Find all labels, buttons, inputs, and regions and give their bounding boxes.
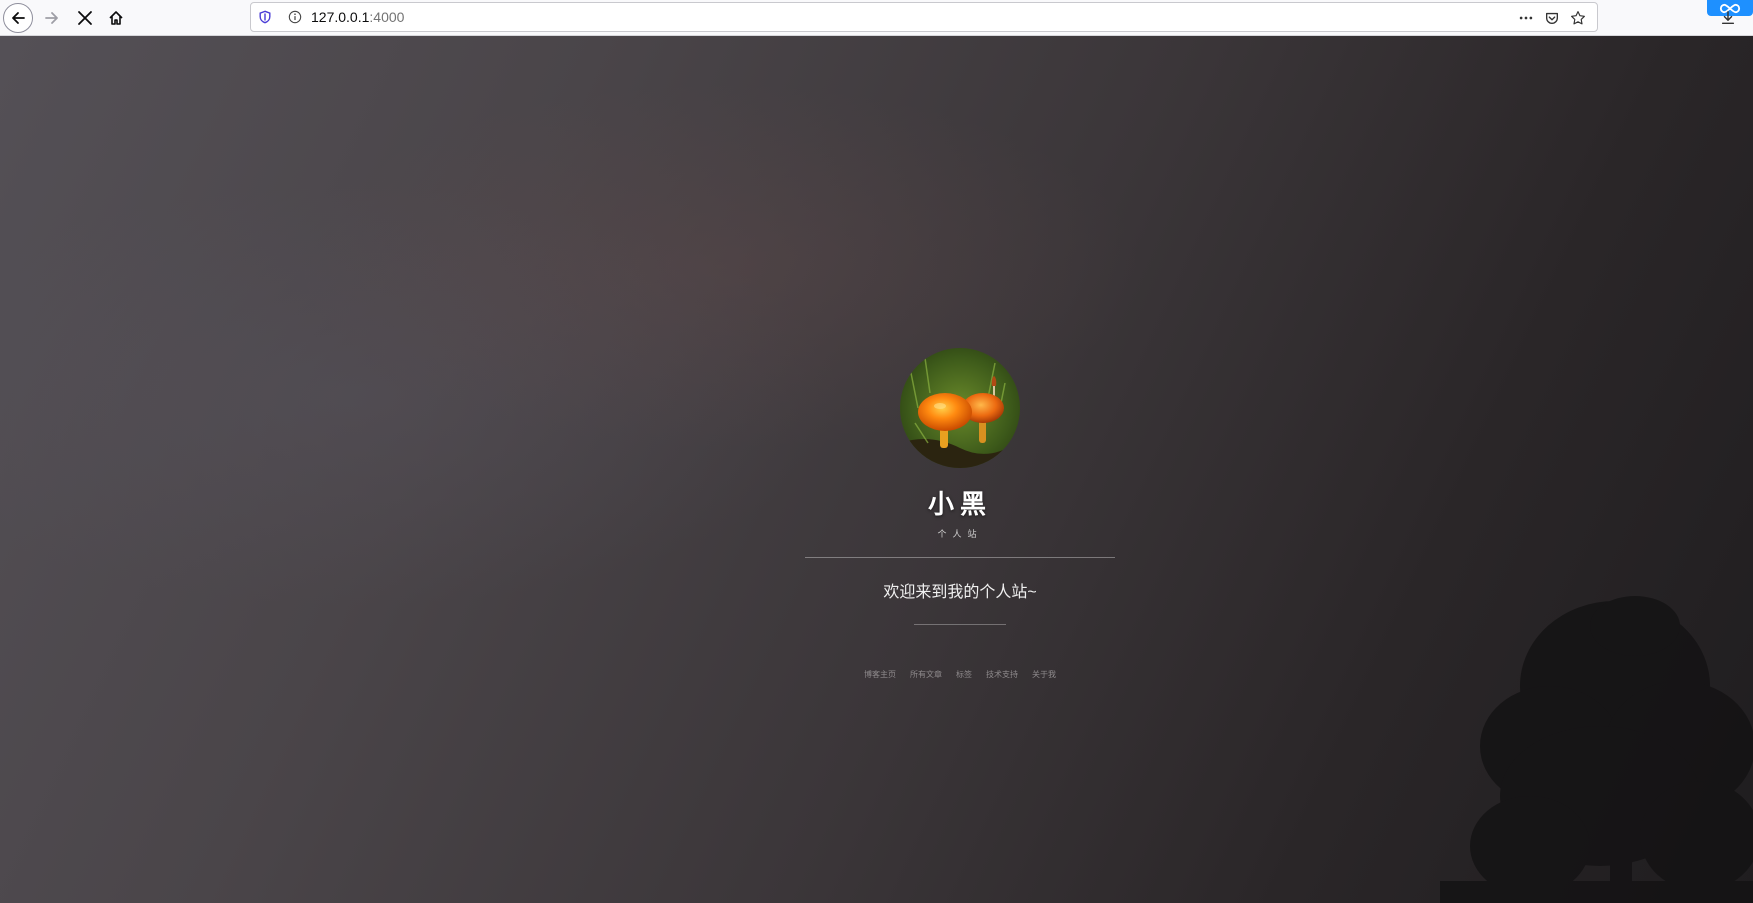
divider <box>914 624 1006 625</box>
star-icon[interactable] <box>1569 9 1587 27</box>
close-icon <box>78 11 92 25</box>
arrow-right-icon <box>45 12 58 24</box>
back-button[interactable] <box>3 3 33 33</box>
home-icon <box>109 11 123 25</box>
nav-link-about[interactable]: 关于我 <box>1032 669 1056 681</box>
forward-button[interactable] <box>37 3 67 33</box>
nav-link-blog-home[interactable]: 博客主页 <box>864 669 896 681</box>
url-text[interactable]: 127.0.0.1:4000 <box>311 9 404 25</box>
url-bar[interactable]: 127.0.0.1:4000 <box>250 2 1598 32</box>
more-icon[interactable] <box>1517 9 1535 27</box>
browser-toolbar: 127.0.0.1:4000 <box>0 0 1753 36</box>
welcome-message: 欢迎来到我的个人站~ <box>883 584 1037 601</box>
divider <box>805 557 1115 558</box>
mushroom-avatar <box>900 348 1020 468</box>
url-port: :4000 <box>369 9 405 25</box>
nav-link-tags[interactable]: 标签 <box>956 669 972 681</box>
avatar[interactable] <box>900 348 1020 468</box>
arrow-left-icon <box>12 12 25 24</box>
site-subtitle: 个人站 <box>937 529 983 539</box>
download-icon[interactable] <box>1718 8 1738 28</box>
site-nav: 博客主页 所有文章 标签 技术支持 关于我 <box>760 669 1160 681</box>
profile-section: 小黑 个人站 欢迎来到我的个人站~ 博客主页 所有文章 标签 技术支持 关于我 <box>0 36 1753 903</box>
home-button[interactable] <box>101 3 131 33</box>
pocket-icon[interactable] <box>1543 9 1561 27</box>
nav-link-all-posts[interactable]: 所有文章 <box>910 669 942 681</box>
info-icon[interactable] <box>287 9 303 25</box>
stop-button[interactable] <box>70 3 100 33</box>
site-title: 小黑 <box>927 489 992 519</box>
shield-icon[interactable] <box>257 9 273 25</box>
url-host: 127.0.0.1 <box>311 9 370 25</box>
nav-link-tech-support[interactable]: 技术支持 <box>986 669 1018 681</box>
page-background: 小黑 个人站 欢迎来到我的个人站~ 博客主页 所有文章 标签 技术支持 关于我 <box>0 36 1753 903</box>
